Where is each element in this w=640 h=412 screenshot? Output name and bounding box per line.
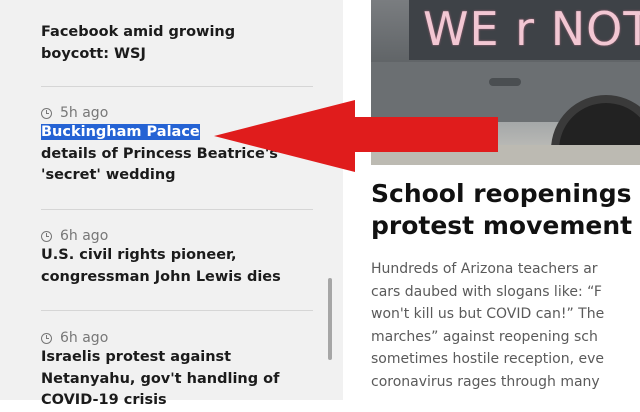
red-arrow-icon	[214, 100, 498, 172]
